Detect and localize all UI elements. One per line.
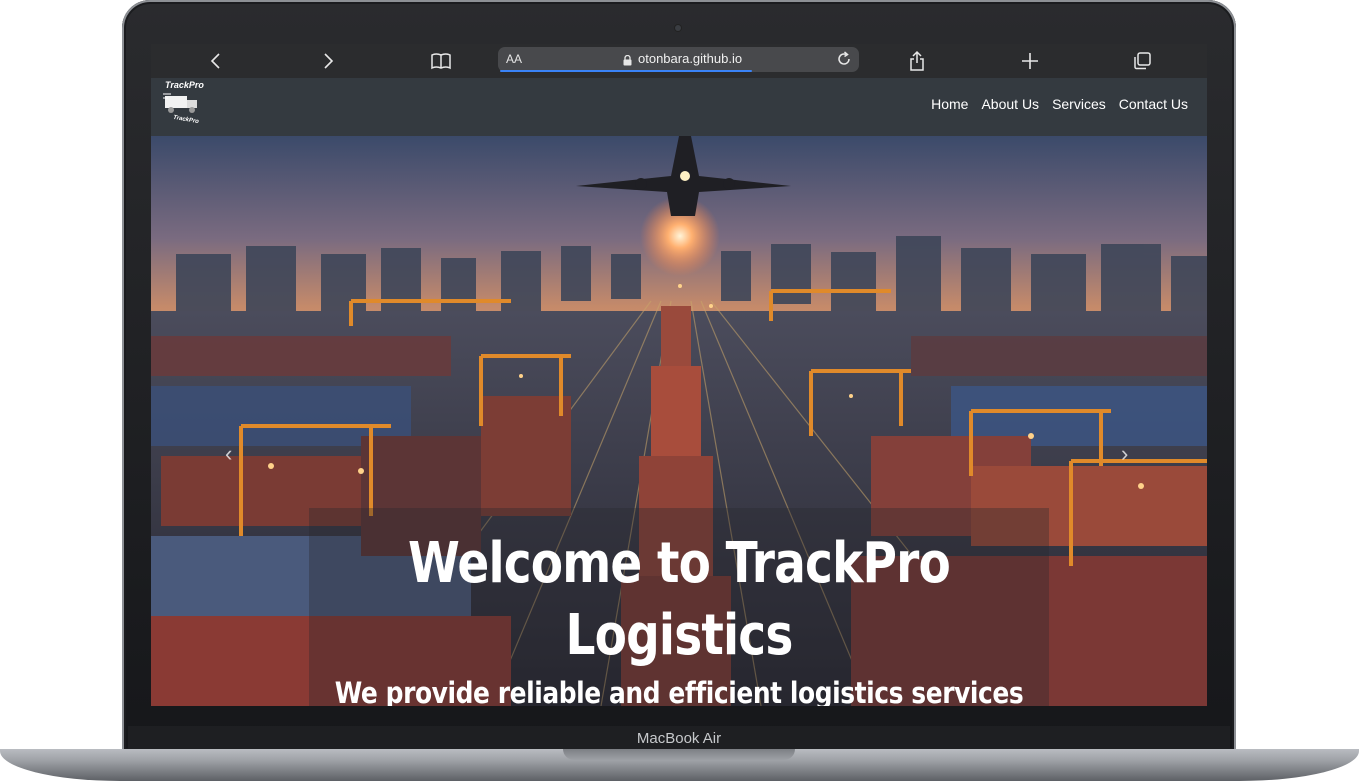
hero-subtitle: We provide reliable and efficient logist…: [334, 676, 1024, 706]
nav-contact-us[interactable]: Contact Us: [1119, 96, 1188, 112]
nav-menu: Home About Us Services Contact Us: [931, 96, 1188, 112]
bookmarks-icon[interactable]: [423, 44, 459, 78]
text-size-button[interactable]: AA: [506, 52, 522, 66]
truck-icon: [163, 93, 197, 113]
device-label: MacBook Air: [636, 730, 722, 747]
nav-about-us[interactable]: About Us: [981, 96, 1039, 112]
forward-icon[interactable]: [310, 44, 346, 78]
nav-home[interactable]: Home: [931, 96, 968, 112]
nav-services[interactable]: Services: [1052, 96, 1106, 112]
site-logo[interactable]: TrackPro TrackPro: [163, 80, 209, 130]
screen: AA otonbara.github.io TrackPro TrackPro …: [151, 44, 1207, 706]
load-progress-bar: [500, 70, 752, 72]
lock-icon: [623, 53, 632, 71]
address-bar[interactable]: AA otonbara.github.io: [498, 47, 859, 72]
browser-toolbar: AA otonbara.github.io: [151, 44, 1207, 78]
tabs-icon[interactable]: [1124, 44, 1160, 78]
hero-carousel: ‹ › Welcome to TrackPro Logistics We pro…: [151, 136, 1207, 706]
carousel-prev-arrow[interactable]: ‹: [225, 441, 232, 467]
back-icon[interactable]: [198, 44, 234, 78]
reload-icon[interactable]: [835, 50, 853, 73]
url-text: otonbara.github.io: [638, 51, 743, 66]
laptop-notch: [563, 749, 795, 760]
share-icon[interactable]: [899, 44, 935, 78]
logo-text: TrackPro: [165, 80, 204, 90]
new-tab-icon[interactable]: [1012, 44, 1048, 78]
logo-subtext: TrackPro: [172, 114, 200, 126]
carousel-next-arrow[interactable]: ›: [1121, 441, 1128, 467]
hero-title-line-2: Logistics: [565, 603, 793, 668]
camera-icon: [675, 25, 681, 31]
site-navbar: TrackPro TrackPro Home About Us Services…: [151, 78, 1207, 136]
hero-title-line-1: Welcome to TrackPro: [408, 531, 951, 596]
hero-title: Welcome to TrackPro Logistics: [235, 528, 1122, 672]
